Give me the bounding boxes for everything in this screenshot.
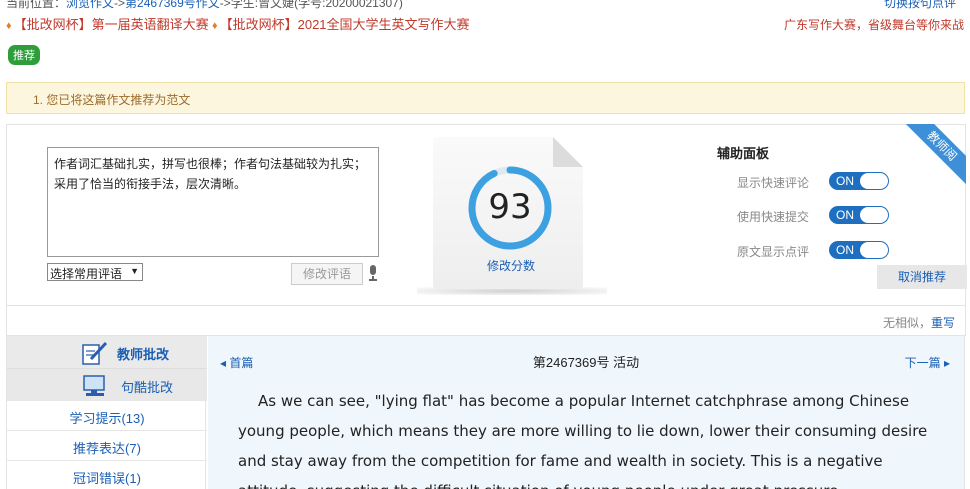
common-comment-select[interactable]: 选择常用评语 ▼: [47, 263, 143, 281]
computer-icon: [83, 375, 105, 396]
comment-textarea[interactable]: 作者词汇基础扎实，拼写也很棒；作者句法基础较为扎实；采用了恰当的衔接手法，层次清…: [47, 147, 379, 257]
aux-row-label: 使用快速提交: [737, 210, 810, 224]
toggle-state: ON: [836, 174, 854, 188]
essay-title: 第2467369号 活动: [532, 355, 640, 370]
contest-bar: ♦ 【批改网杯】第一届英语翻译大赛 ♦ 【批改网杯】2021全国大学生英文写作大赛 …: [6, 14, 966, 34]
notice-message: 1. 您已将这篇作文推荐为范文: [6, 82, 965, 114]
aux-row-show-review: 原文显示点评 ON: [737, 240, 897, 260]
tab-label: 教师批改: [117, 347, 170, 362]
flame-icon: ♦: [211, 20, 218, 32]
contest-link-translation[interactable]: 【批改网杯】第一届英语翻译大赛: [14, 17, 209, 32]
breadcrumb-browse-link[interactable]: 浏览作文: [66, 0, 114, 10]
cancel-recommend-button[interactable]: 取消推荐: [877, 265, 967, 289]
breadcrumb: 当前位置：浏览作文->第2467369号作文->学生:曾文婕(学号:202000…: [6, 0, 966, 11]
rewrite-link[interactable]: 重写: [931, 316, 955, 330]
teacher-read-ribbon: 教师阅: [904, 124, 966, 186]
aux-row-label: 显示快速评论: [737, 176, 810, 190]
ribbon-label: 教师阅: [904, 124, 966, 186]
breadcrumb-student: 学生:曾文婕(学号:20200021307): [230, 0, 403, 10]
aux-panel-title: 辅助面板: [717, 146, 770, 161]
common-comment-select-value: 选择常用评语: [50, 267, 123, 281]
recommend-badge: 推荐: [8, 45, 40, 65]
aux-row-quick-submit: 使用快速提交 ON: [737, 205, 897, 225]
essay-body: As we can see, "lying flat" has become a…: [238, 392, 928, 489]
quick-comment-toggle[interactable]: ON: [829, 172, 889, 190]
tab-label: 句酷批改: [121, 380, 174, 395]
breadcrumb-sep: ->: [114, 0, 126, 10]
page-fold-corner: [553, 137, 583, 167]
modify-comment-button[interactable]: 修改评语: [291, 263, 363, 285]
essay-view: ◂ 首篇 第2467369号 活动 下一篇 ▸ As we can see, "…: [208, 336, 965, 489]
sidebar-item-recommended-expressions[interactable]: 推荐表达(7): [7, 430, 207, 460]
review-sidebar: 教师批改 句酷批改 学习提示(13) 推荐表达(7) 冠词错误(1): [6, 336, 207, 489]
next-essay-link[interactable]: 下一篇 ▸: [905, 354, 950, 371]
contest-link-guangdong[interactable]: 广东写作大赛，省级舞台等你来战: [784, 16, 964, 33]
switch-sentence-review-link[interactable]: 切换按句点评: [884, 0, 956, 11]
contest-link-writing[interactable]: 【批改网杯】2021全国大学生英文写作大赛: [220, 17, 470, 32]
similarity-bar: 无相似，重写: [6, 306, 966, 336]
pen-paper-icon: [82, 341, 108, 365]
show-review-toggle[interactable]: ON: [829, 241, 889, 259]
tab-jukuu-review[interactable]: 句酷批改: [7, 368, 207, 400]
toggle-knob: [860, 207, 888, 223]
review-panel: 作者词汇基础扎实，拼写也很棒；作者句法基础较为扎实；采用了恰当的衔接手法，层次清…: [6, 124, 967, 306]
modify-score-link[interactable]: 修改分数: [473, 257, 549, 274]
sidebar-item-learning-tips[interactable]: 学习提示(13): [7, 400, 207, 430]
similarity-text: 无相似，: [882, 316, 931, 330]
toggle-state: ON: [836, 208, 854, 222]
microphone-icon[interactable]: [367, 265, 379, 281]
flame-icon: ♦: [6, 20, 12, 32]
score-value: 93: [488, 187, 532, 227]
breadcrumb-essay-link[interactable]: 第2467369号作文: [125, 0, 220, 10]
breadcrumb-sep: ->: [219, 0, 231, 10]
toggle-state: ON: [836, 243, 854, 257]
aux-row-quick-comment: 显示快速评论 ON: [737, 171, 897, 191]
quick-submit-toggle[interactable]: ON: [829, 206, 889, 224]
aux-row-label: 原文显示点评: [737, 245, 810, 259]
toggle-knob: [860, 173, 888, 189]
chevron-down-icon: ▼: [130, 266, 139, 276]
sidebar-item-article-errors[interactable]: 冠词错误(1): [7, 460, 207, 489]
breadcrumb-prefix: 当前位置：: [6, 0, 67, 10]
tab-teacher-review[interactable]: 教师批改: [7, 336, 207, 368]
toggle-knob: [860, 242, 888, 258]
